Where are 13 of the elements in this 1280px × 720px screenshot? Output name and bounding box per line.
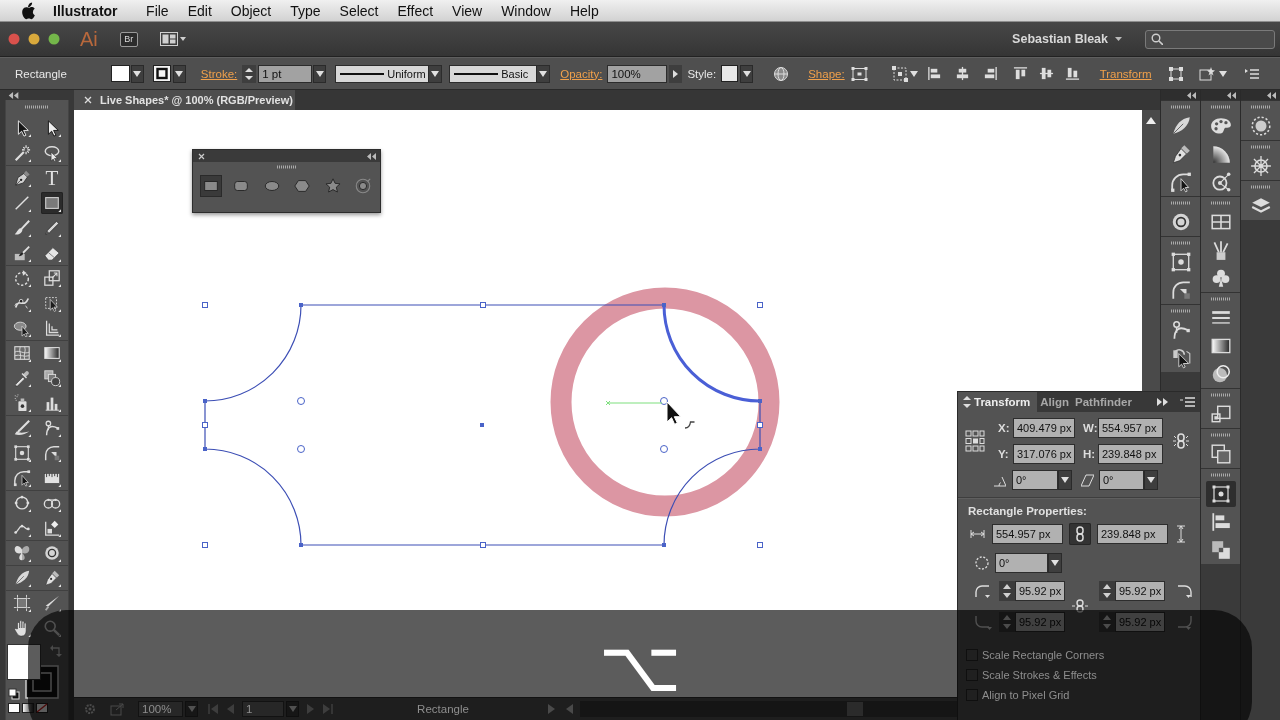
option-key-symbol: ⌥ (598, 628, 682, 704)
style-label: Style: (687, 67, 717, 80)
tool-name: Rectangle (15, 67, 67, 80)
field-label: W: (1083, 422, 1098, 434)
status-text: Rectangle (417, 703, 469, 715)
app-logo: Ai (80, 28, 98, 50)
field-label: H: (1083, 448, 1097, 460)
field-label: X: (998, 422, 1011, 434)
field-label: Y: (998, 448, 1010, 460)
checkbox-label: Align to Pixel Grid (982, 689, 1070, 701)
checkbox-label: Scale Strokes & Effects (982, 669, 1097, 681)
checkbox-label: Scale Rectangle Corners (982, 649, 1105, 661)
section-title: Rectangle Properties: (968, 504, 1087, 518)
